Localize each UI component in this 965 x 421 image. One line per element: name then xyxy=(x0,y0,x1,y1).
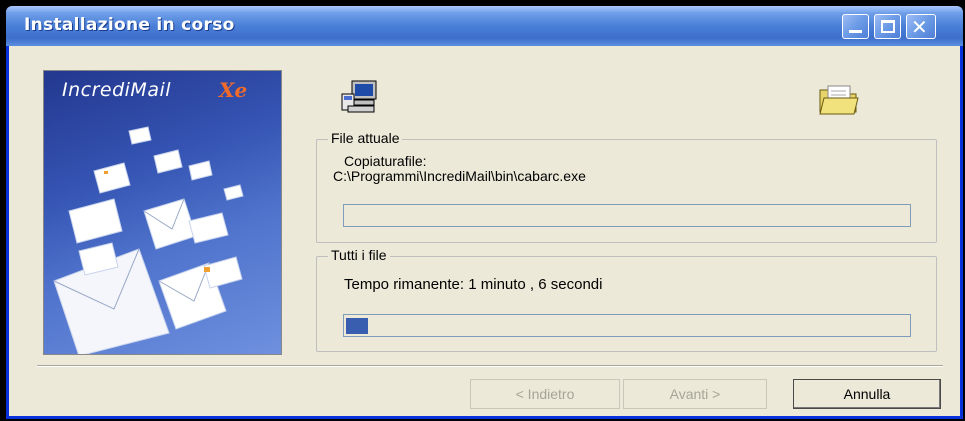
current-file-progress-bar xyxy=(343,204,911,227)
incredimail-banner: IncrediMail Xe xyxy=(43,70,282,355)
cancel-button[interactable]: Annulla xyxy=(793,379,941,409)
envelopes-illustration xyxy=(53,126,244,354)
title-bar[interactable]: Installazione in corso ✕ xyxy=(6,6,963,46)
maximize-icon xyxy=(881,20,895,33)
window-title: Installazione in corso xyxy=(24,15,235,35)
all-files-progress-bar xyxy=(343,314,911,337)
current-file-action: Copiaturafile: xyxy=(344,153,427,169)
open-folder-icon xyxy=(818,82,860,116)
back-button[interactable]: < Indietro xyxy=(470,379,620,409)
current-file-path: C:\Programmi\IncrediMail\bin\cabarc.exe xyxy=(333,168,586,184)
current-file-legend: File attuale xyxy=(328,130,403,146)
all-files-progress-fill xyxy=(346,318,368,334)
close-icon: ✕ xyxy=(911,15,928,39)
maximize-button[interactable] xyxy=(874,14,901,39)
time-remaining-text: Tempo rimanente: 1 minuto , 6 secondi xyxy=(344,276,603,293)
all-files-group xyxy=(316,256,937,352)
close-button[interactable]: ✕ xyxy=(906,14,936,39)
button-separator xyxy=(37,365,943,367)
minimize-icon xyxy=(849,30,862,33)
all-files-legend: Tutti i file xyxy=(328,247,390,263)
minimize-button[interactable] xyxy=(842,14,869,39)
computer-install-icon xyxy=(340,78,380,118)
next-button[interactable]: Avanti > xyxy=(623,379,767,409)
